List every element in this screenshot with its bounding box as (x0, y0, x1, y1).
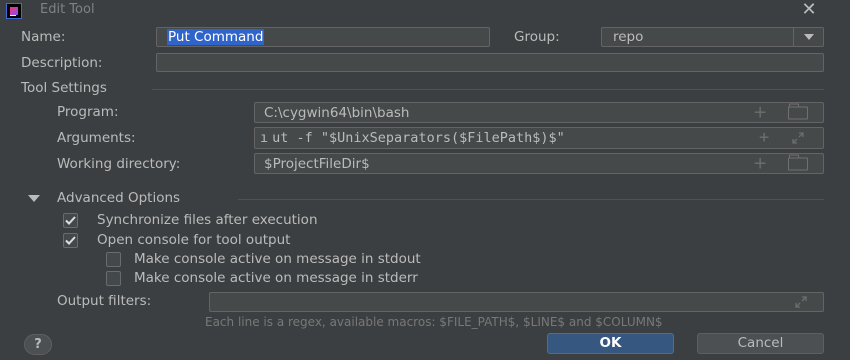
group-dropdown-button[interactable] (793, 28, 823, 46)
checkmark-icon (65, 236, 76, 245)
group-label: Group: (514, 29, 560, 45)
output-filters-label: Output filters: (57, 293, 152, 309)
output-filters-hint: Each line is a regex, available macros: … (205, 315, 663, 329)
add-icon[interactable]: + (753, 155, 767, 172)
description-label: Description: (21, 55, 103, 71)
working-directory-label: Working directory: (57, 156, 181, 172)
stderr-active-label: Make console active on message in stderr (134, 270, 418, 286)
name-label: Name: (21, 29, 66, 45)
chevron-down-icon (803, 34, 814, 40)
stderr-active-checkbox[interactable] (106, 271, 121, 286)
app-logo-icon (6, 3, 22, 19)
help-icon[interactable]: ? (24, 334, 52, 355)
add-icon[interactable]: + (753, 104, 767, 121)
name-field[interactable]: Put Command (156, 27, 490, 47)
close-icon[interactable]: ✕ (798, 0, 820, 22)
stdout-active-label: Make console active on message in stdout (134, 251, 421, 267)
open-console-label: Open console for tool output (97, 232, 291, 248)
description-field[interactable] (156, 53, 824, 72)
ok-button[interactable]: OK (547, 333, 674, 354)
cancel-button[interactable]: Cancel (697, 333, 824, 354)
arguments-value: ut -f "$UnixSeparators($FilePath$)$" (272, 130, 565, 146)
working-directory-value: $ProjectFileDir$ (264, 155, 370, 172)
arguments-field[interactable]: ı ut -f "$UnixSeparators($FilePath$)$" + (254, 127, 824, 149)
advanced-options-separator (238, 199, 824, 200)
expand-icon[interactable] (785, 128, 819, 148)
sync-files-label: Synchronize files after execution (97, 212, 318, 228)
title-bar (0, 0, 850, 22)
advanced-options-title[interactable]: Advanced Options (57, 190, 180, 206)
triangle-down-icon[interactable] (28, 195, 40, 202)
program-field[interactable]: C:\cygwin64\bin\bash + (254, 102, 824, 123)
working-directory-field[interactable]: $ProjectFileDir$ + (254, 153, 824, 174)
stdout-active-checkbox[interactable] (106, 252, 121, 267)
arguments-label: Arguments: (57, 130, 136, 146)
add-icon[interactable]: + (753, 129, 776, 147)
window-title: Edit Tool (40, 2, 95, 17)
tool-settings-title: Tool Settings (21, 80, 107, 96)
name-value: Put Command (167, 29, 265, 45)
output-filters-field[interactable] (209, 292, 824, 312)
program-label: Program: (57, 104, 119, 120)
arguments-prefix: ı (260, 130, 269, 146)
program-value: C:\cygwin64\bin\bash (264, 104, 410, 121)
sync-files-checkbox[interactable] (63, 213, 78, 228)
checkmark-icon (65, 216, 76, 225)
group-value: repo (613, 29, 644, 45)
open-console-checkbox[interactable] (63, 233, 78, 248)
folder-icon[interactable] (788, 154, 808, 170)
expand-icon[interactable] (794, 295, 814, 309)
folder-icon[interactable] (788, 103, 808, 119)
tool-settings-separator (152, 89, 824, 90)
group-combobox[interactable]: repo (601, 27, 824, 47)
